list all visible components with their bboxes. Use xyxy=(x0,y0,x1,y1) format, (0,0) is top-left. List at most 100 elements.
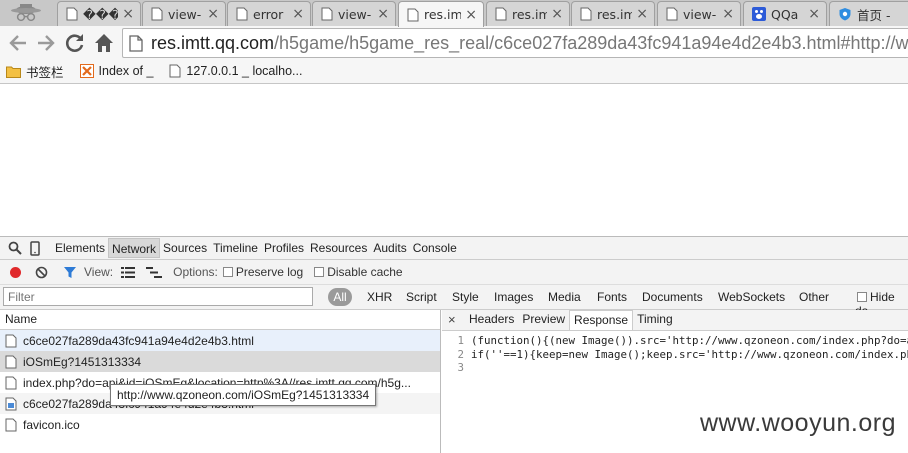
search-icon[interactable] xyxy=(8,241,22,255)
url-host: res.imtt.qq.com xyxy=(151,32,275,53)
request-row[interactable]: iOSmEg?1451313334 xyxy=(0,351,440,372)
filter-funnel-icon[interactable] xyxy=(63,266,77,279)
tab-title: 首页 - xyxy=(857,7,891,23)
preserve-log-label: Preserve log xyxy=(235,265,304,279)
preserve-log-checkbox[interactable] xyxy=(222,267,233,277)
line-number: 3 xyxy=(457,361,464,374)
url-path: /h5game/h5game_res_real/c6ce027fa289da43… xyxy=(274,32,908,53)
clear-icon[interactable] xyxy=(35,266,48,279)
bookmark-index-of[interactable]: Index of _ xyxy=(79,64,154,78)
response-tabbar: × Headers Preview Response Timing xyxy=(442,310,908,331)
tab-close-icon[interactable]: × xyxy=(207,6,219,22)
filter-type-websockets[interactable]: WebSockets xyxy=(718,290,785,304)
page-icon xyxy=(666,7,678,21)
browser-tab-4[interactable]: view- × xyxy=(312,1,396,26)
page-icon xyxy=(151,7,163,21)
record-icon[interactable] xyxy=(9,266,22,279)
devtools-tab-elements[interactable]: Elements xyxy=(52,238,108,258)
filter-input[interactable] xyxy=(3,287,313,306)
page-icon xyxy=(169,64,181,78)
filter-type-xhr[interactable]: XHR xyxy=(367,290,392,304)
tab-close-icon[interactable]: × xyxy=(122,6,134,22)
devtools-tab-network[interactable]: Network xyxy=(108,238,161,258)
disable-cache-checkbox[interactable] xyxy=(314,267,325,277)
watermark: www.wooyun.org xyxy=(700,409,896,437)
browser-tab-9[interactable]: QQa × xyxy=(743,1,827,26)
column-header-name[interactable]: Name xyxy=(0,310,440,330)
filter-type-all[interactable]: All xyxy=(328,288,352,306)
response-code[interactable]: 1 (function(){(new Image()).src='http://… xyxy=(442,334,908,375)
bookmarks-bar: 书签栏 Index of _ 127.0.0.1 _ localho... xyxy=(0,59,908,84)
tab-close-icon[interactable]: × xyxy=(292,6,304,22)
devtools-tabbar: Elements Network Sources Timeline Profil… xyxy=(0,236,908,260)
shield-icon xyxy=(839,8,851,21)
browser-tab-3[interactable]: error × xyxy=(227,1,311,26)
close-icon[interactable]: × xyxy=(448,312,456,327)
back-arrow-icon[interactable] xyxy=(6,31,30,55)
bookmark-label: 书签栏 xyxy=(26,65,64,80)
tab-close-icon[interactable]: × xyxy=(551,6,563,22)
code-text: (function(){(new Image()).src='http://ww… xyxy=(471,334,908,347)
devtools-tab-profiles[interactable]: Profiles xyxy=(261,238,307,258)
filter-type-media[interactable]: Media xyxy=(548,290,581,304)
tab-title: error xyxy=(253,6,284,22)
tab-close-icon[interactable]: × xyxy=(636,6,648,22)
browser-tab-7[interactable]: res.im × xyxy=(571,1,655,26)
request-row[interactable]: c6ce027fa289da43fc941a94e4d2e4b3.html xyxy=(0,330,440,351)
browser-tab-8[interactable]: view- × xyxy=(657,1,741,26)
page-icon xyxy=(495,7,507,21)
devtools-tab-timeline[interactable]: Timeline xyxy=(210,238,261,258)
browser-tab-5-active[interactable]: res.im × xyxy=(398,1,484,27)
bookmark-folder[interactable]: 书签栏 xyxy=(6,62,64,81)
devtools-tab-audits[interactable]: Audits xyxy=(370,238,409,258)
code-line: 3 xyxy=(442,361,908,375)
browser-tab-1[interactable]: ���� × xyxy=(57,1,141,26)
tab-close-icon[interactable]: × xyxy=(377,6,389,22)
tab-close-icon[interactable]: × xyxy=(808,6,820,22)
filter-type-fonts[interactable]: Fonts xyxy=(597,290,627,304)
filter-type-script[interactable]: Script xyxy=(406,290,437,304)
bookmark-label: Index of _ xyxy=(98,64,154,78)
page-icon xyxy=(236,7,248,21)
browser-tab-2[interactable]: view- × xyxy=(142,1,226,26)
frame-document-icon xyxy=(5,397,17,410)
devtools-tab-sources[interactable]: Sources xyxy=(160,238,210,258)
response-tab-timing[interactable]: Timing xyxy=(633,310,677,330)
filter-type-documents[interactable]: Documents xyxy=(642,290,703,304)
home-icon[interactable] xyxy=(92,31,116,55)
line-number: 1 xyxy=(457,334,464,347)
browser-tab-10[interactable]: 首页 - xyxy=(829,1,908,26)
devtools-tab-console[interactable]: Console xyxy=(410,238,460,258)
page-icon xyxy=(407,8,419,21)
page-icon xyxy=(66,7,78,21)
forward-arrow-icon[interactable] xyxy=(34,31,58,55)
request-row[interactable]: favicon.ico xyxy=(0,414,440,435)
filter-type-images[interactable]: Images xyxy=(494,290,533,304)
waterfall-icon[interactable] xyxy=(146,266,163,278)
large-rows-icon[interactable] xyxy=(121,266,136,278)
bookmark-localhost[interactable]: 127.0.0.1 _ localho... xyxy=(169,64,302,78)
devtools-tab-resources[interactable]: Resources xyxy=(307,238,370,258)
device-mode-icon[interactable] xyxy=(30,240,40,256)
options-label: Options: xyxy=(173,265,218,279)
hide-data-checkbox[interactable] xyxy=(857,292,867,302)
filter-type-other[interactable]: Other xyxy=(799,290,829,304)
filter-type-style[interactable]: Style xyxy=(452,290,479,304)
paw-icon xyxy=(752,7,766,21)
tab-title: QQa xyxy=(771,6,799,22)
disable-cache-label: Disable cache xyxy=(327,265,403,279)
tab-title: view- xyxy=(683,6,717,22)
url-tooltip: http://www.qzoneon.com/iOSmEg?1451313334 xyxy=(110,384,377,406)
tab-close-icon[interactable]: × xyxy=(465,7,477,23)
address-bar[interactable]: res.imtt.qq.com/h5game/h5game_res_real/c… xyxy=(122,28,908,58)
response-tab-preview[interactable]: Preview xyxy=(518,310,569,330)
response-tab-response[interactable]: Response xyxy=(569,310,634,330)
reload-icon[interactable] xyxy=(63,31,87,55)
request-name: c6ce027fa289da43fc941a94e4d2e4b3.html xyxy=(23,333,254,348)
tab-close-icon[interactable]: × xyxy=(722,6,734,22)
browser-tab-6[interactable]: res.im × xyxy=(486,1,570,26)
response-tab-headers[interactable]: Headers xyxy=(465,310,518,330)
network-toolbar: View: Options: Preserve log Disable cach… xyxy=(0,260,908,285)
page-icon xyxy=(129,34,143,52)
tab-title: ���� xyxy=(83,6,118,22)
